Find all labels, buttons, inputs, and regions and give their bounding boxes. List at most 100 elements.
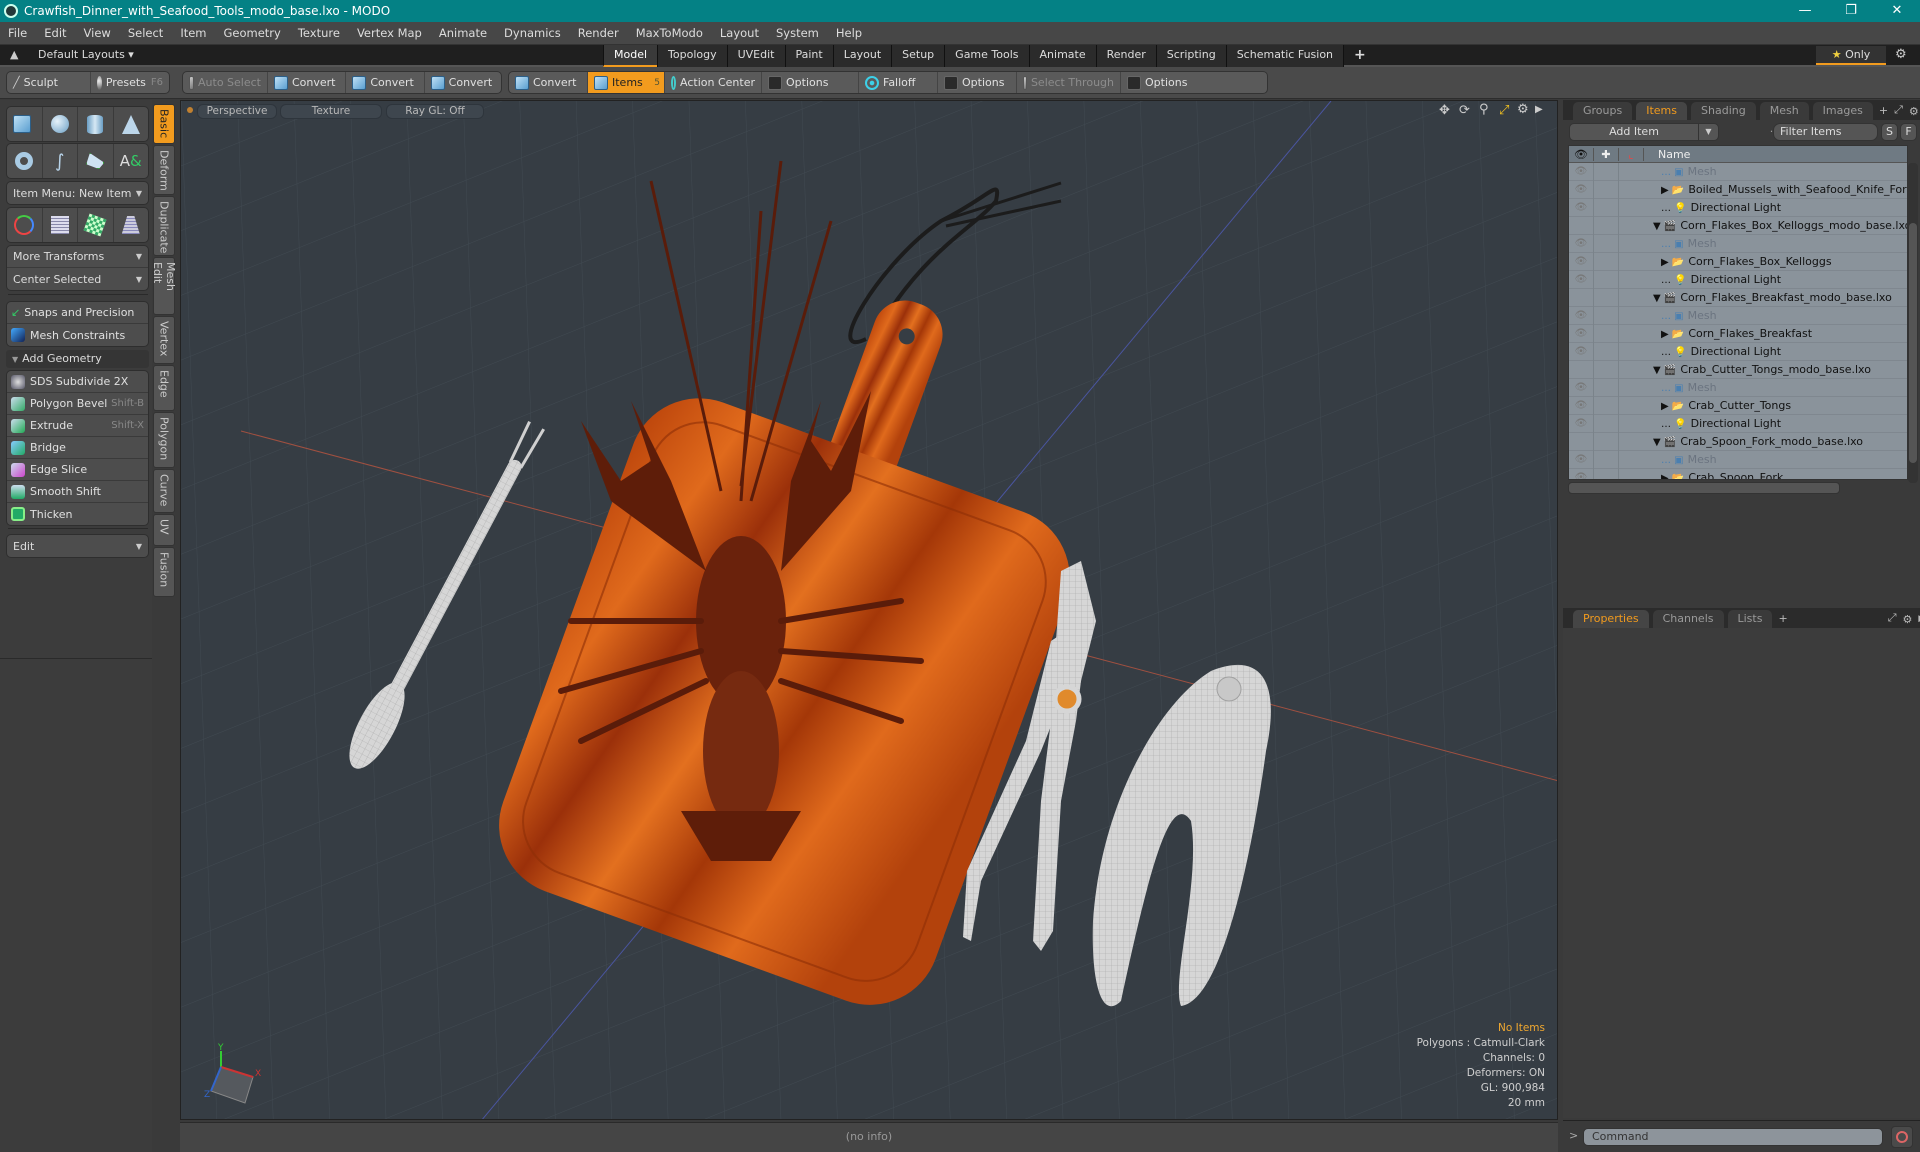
sds-subdivide-button[interactable]: SDS Subdivide 2X <box>7 371 148 393</box>
group-folder-icon[interactable]: ▶ 📂 <box>1661 473 1684 479</box>
maximize-viewport-icon[interactable]: ⤢ <box>1499 103 1509 118</box>
item-row-light[interactable]: 👁 … 💡 Directional Light <box>1569 270 1907 289</box>
panel-gear-icon[interactable]: ⚙ <box>1903 613 1913 626</box>
transform-tool-button[interactable] <box>7 208 43 242</box>
items-scrollbar-thumb[interactable] <box>1909 223 1917 463</box>
item-column-cell[interactable] <box>1618 234 1643 253</box>
menu-layout[interactable]: Layout <box>720 26 759 40</box>
add-tab-icon[interactable]: + <box>1778 612 1787 625</box>
item-row-group[interactable]: 👁 ▶ 📂 Boiled_Mussels_with_Seafood_Knife_Fo… <box>1569 180 1907 199</box>
add-tab-icon[interactable]: + <box>1879 104 1888 117</box>
vtab-vertex[interactable]: Vertex <box>153 316 175 364</box>
tab-mesh[interactable]: Mesh ... <box>1759 102 1809 135</box>
thicken-button[interactable]: Thicken <box>7 503 148 525</box>
viewport-indicator-icon[interactable] <box>187 107 193 113</box>
item-row-group[interactable]: 👁 ▶ 📂 Corn_Flakes_Box_Kelloggs <box>1569 252 1907 271</box>
sculpt-button[interactable]: ╱ Sculpt <box>7 72 91 93</box>
tab-channels[interactable]: Channels <box>1652 610 1724 628</box>
scene-clapper-icon[interactable]: ▼ 🎬 <box>1653 221 1676 232</box>
bridge-button[interactable]: Bridge <box>7 437 148 459</box>
extrude-button[interactable]: Extrude Shift-X <box>7 415 148 437</box>
layout-tab-schematic-fusion[interactable]: Schematic Fusion <box>1225 45 1344 67</box>
vtab-curve[interactable]: Curve <box>153 469 175 513</box>
menu-dynamics[interactable]: Dynamics <box>504 26 561 40</box>
menu-geometry[interactable]: Geometry <box>224 26 281 40</box>
item-column-cell[interactable] <box>1618 360 1643 379</box>
item-column-cell[interactable] <box>1593 360 1618 379</box>
cone-primitive-button[interactable] <box>114 107 149 141</box>
expand-panel-icon[interactable]: ⤢ <box>1894 103 1903 117</box>
item-column-cell[interactable] <box>1593 432 1618 451</box>
add-layout-tab-button[interactable]: + <box>1343 45 1376 67</box>
item-row-light[interactable]: 👁 … 💡 Directional Light <box>1569 198 1907 217</box>
select-through-options-button[interactable]: Options <box>1121 72 1199 93</box>
item-column-cell[interactable] <box>1618 162 1643 181</box>
convert-items-button[interactable]: Convert <box>509 72 588 93</box>
layout-tab-scripting[interactable]: Scripting <box>1155 45 1226 67</box>
record-macro-button[interactable] <box>1891 1126 1913 1148</box>
more-transforms-dropdown[interactable]: More Transforms ▼ <box>7 246 148 268</box>
layout-tab-animate[interactable]: Animate <box>1028 45 1096 67</box>
edge-slice-button[interactable]: Edge Slice <box>7 459 148 481</box>
group-folder-icon[interactable]: ▶ 📂 <box>1661 401 1684 412</box>
item-row-mesh[interactable]: 👁 … ▣ Mesh <box>1569 162 1907 181</box>
item-column-cell[interactable] <box>1618 414 1643 433</box>
scene-clapper-icon[interactable]: ▼ 🎬 <box>1653 365 1676 376</box>
lattice-deform-button[interactable] <box>43 208 78 242</box>
visibility-eye-icon[interactable]: 👁 <box>1569 238 1593 249</box>
vtab-basic[interactable]: Basic <box>153 104 175 144</box>
item-row-mesh[interactable]: 👁 … ▣ Mesh <box>1569 378 1907 397</box>
item-row-group[interactable]: 👁 ▶ 📂 Corn_Flakes_Breakfast <box>1569 324 1907 343</box>
visibility-eye-icon[interactable]: 👁 <box>1569 382 1593 393</box>
item-column-cell[interactable] <box>1593 180 1618 199</box>
visibility-eye-icon[interactable]: 👁 <box>1569 166 1593 177</box>
menu-help[interactable]: Help <box>836 26 862 40</box>
item-row-scene[interactable]: ▼ 🎬 Crab_Spoon_Fork_modo_base.lxo <box>1569 432 1907 451</box>
visibility-eye-icon[interactable]: 👁 <box>1569 328 1593 339</box>
tab-shading[interactable]: Shading <box>1691 102 1756 120</box>
layout-tab-model[interactable]: Model <box>603 45 658 67</box>
tab-groups[interactable]: Groups <box>1573 102 1633 120</box>
viewport-settings-gear-icon[interactable]: ⚙ <box>1517 102 1529 117</box>
vtab-uv[interactable]: UV <box>153 514 175 546</box>
visibility-column-eye-icon[interactable]: 👁 <box>1569 148 1593 161</box>
layout-arrow-icon[interactable]: ▲ <box>10 48 18 61</box>
item-column-cell[interactable] <box>1593 468 1618 479</box>
item-row-scene[interactable]: ▼ 🎬 Corn_Flakes_Breakfast_modo_base.lxo <box>1569 288 1907 307</box>
vtab-mesh-edit[interactable]: Mesh Edit <box>151 257 177 315</box>
menu-item[interactable]: Item <box>180 26 206 40</box>
item-row-mesh[interactable]: 👁 … ▣ Mesh <box>1569 306 1907 325</box>
item-column-cell[interactable] <box>1593 378 1618 397</box>
pen-tool-button[interactable] <box>78 144 114 178</box>
layout-tab-render[interactable]: Render <box>1095 45 1156 67</box>
visibility-eye-icon[interactable]: 👁 <box>1569 472 1593 479</box>
item-row-group[interactable]: 👁 ▶ 📂 Crab_Cutter_Tongs <box>1569 396 1907 415</box>
item-column-cell[interactable] <box>1618 396 1643 415</box>
filter-s-button[interactable]: S <box>1881 123 1898 141</box>
items-mode-button[interactable]: Items 5 <box>588 72 665 93</box>
spiral-primitive-button[interactable]: ∫ <box>43 144 78 178</box>
items-scrollbar[interactable] <box>1908 163 1918 483</box>
item-column-cell[interactable] <box>1618 342 1643 361</box>
tab-properties[interactable]: Properties <box>1573 610 1649 628</box>
view-mode-dropdown[interactable]: Perspective <box>197 104 277 119</box>
tab-images[interactable]: Images <box>1812 102 1873 120</box>
item-row-mesh[interactable]: 👁 … ▣ Mesh <box>1569 450 1907 469</box>
item-column-cell[interactable] <box>1593 324 1618 343</box>
layout-tab-game-tools[interactable]: Game Tools <box>944 45 1029 67</box>
filter-f-button[interactable]: F <box>1900 123 1917 141</box>
rotate-view-icon[interactable]: ⟳ <box>1459 103 1470 118</box>
menu-maxtomodo[interactable]: MaxToModo <box>636 26 703 40</box>
vtab-deform[interactable]: Deform <box>153 145 175 195</box>
item-column-cell[interactable] <box>1593 288 1618 307</box>
name-column-header[interactable]: Name <box>1643 147 1690 161</box>
snaps-precision-button[interactable]: ↙ Snaps and Precision <box>7 302 148 324</box>
item-column-cell[interactable] <box>1618 378 1643 397</box>
cylinder-primitive-button[interactable] <box>78 107 114 141</box>
item-column-cell[interactable] <box>1618 324 1643 343</box>
layout-tab-setup[interactable]: Setup <box>891 45 945 67</box>
item-column-cell[interactable] <box>1618 288 1643 307</box>
menu-texture[interactable]: Texture <box>298 26 340 40</box>
tab-lists[interactable]: Lists <box>1727 610 1773 628</box>
polygon-bevel-button[interactable]: Polygon Bevel Shift-B <box>7 393 148 415</box>
